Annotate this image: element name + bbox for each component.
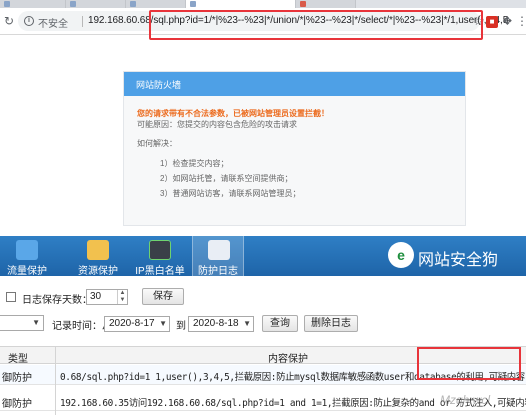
tab-favicon-icon [190,1,196,7]
extension-icon[interactable]: ■ [486,16,498,28]
server-icon [149,240,171,260]
save-button[interactable]: 保存 [142,288,184,305]
record-time-label: 记录时间：从 [52,321,112,332]
brand-name: 网站安全狗 [418,252,499,269]
watermark: Mzqh.wcl [440,393,491,407]
browser-tab[interactable] [0,0,66,8]
chevron-down-icon: ▼ [159,319,167,328]
firewall-block-page: 网站防火墙 您的请求带有不合法参数，已被网站管理员设置拦截！ 可能原因：您提交的… [123,71,466,226]
spinner-arrows-icon[interactable]: ▲ ▼ [117,290,127,304]
safedog-client-window: 流量保护 资源保护 IP黑白名单 防护日志 e 网站安全狗 日志保存天数： 30… [0,236,526,415]
browser-window: ↻ i 不安全 192.168.60.68/sql.php?id=1/*|%23… [0,0,526,236]
row-type: 御防护 [2,373,32,384]
column-header-type[interactable]: 类型 [8,350,28,365]
safedog-logo-icon: e [388,242,414,268]
column-divider [55,346,56,415]
log-icon [208,240,230,260]
toolbar-ip-list[interactable]: IP黑白名单 [130,236,190,277]
browser-tab[interactable] [66,0,126,8]
insecure-label[interactable]: 不安全 [38,15,68,30]
block-reason: 可能原因：您提交的内容包含危险的攻击请求 [137,120,297,129]
shield-flow-icon [16,240,38,260]
log-settings-row: 日志保存天数： 30 ▲ ▼ 保存 [0,287,526,307]
row-type: 御防护 [2,399,32,410]
info-icon[interactable]: i [24,16,34,26]
browser-tab[interactable] [296,0,356,8]
divider [82,16,83,27]
date-from-picker[interactable]: 2020-8-17 ▼ [104,316,170,332]
log-days-label: 日志保存天数： [22,295,92,306]
puzzle-icon[interactable]: ❖ [502,14,513,28]
resolve-step: 3）普通网站访客，请联系网站管理员； [160,189,301,198]
main-toolbar: 流量保护 资源保护 IP黑白名单 防护日志 e 网站安全狗 [0,236,526,277]
toolbar-flow-protection[interactable]: 流量保护 [2,236,52,277]
chevron-down-icon: ▼ [243,319,251,328]
column-header-content[interactable]: 内容保护 [268,350,308,365]
firewall-header: 网站防火墙 [124,72,465,96]
tab-favicon-icon [70,1,76,7]
menu-dots-icon[interactable]: ⋮ [516,14,526,28]
resolve-step: 1）检查提交内容； [160,159,229,168]
firewall-title: 网站防火墙 [136,80,182,90]
browser-tab[interactable] [126,0,186,8]
chevron-down-icon: ▼ [32,318,40,327]
resolve-step: 2）如网站托管，请联系空间提供商； [160,174,293,183]
block-warning: 您的请求带有不合法参数，已被网站管理员设置拦截！ [137,109,329,118]
suspicious-content-highlight-box [417,347,521,380]
reload-icon[interactable]: ↻ [4,15,16,27]
filter-dropdown[interactable]: ▼ [0,315,44,331]
toolbar-resource-protection[interactable]: 资源保护 [70,236,126,277]
tab-favicon-icon [4,1,10,7]
query-button[interactable]: 查询 [262,315,298,332]
tab-strip [0,0,526,8]
how-to-resolve: 如何解决： [137,139,177,148]
to-label: 到 [176,321,186,332]
browser-tab-active[interactable] [186,0,296,8]
delete-log-button[interactable]: 删除日志 [304,315,358,332]
log-retention-checkbox[interactable] [6,292,16,302]
toolbar-protection-log[interactable]: 防护日志 [192,236,244,277]
url-highlight-box [149,10,483,40]
log-days-input[interactable]: 30 ▲ ▼ [86,289,128,305]
tab-favicon-icon [130,1,136,7]
tab-favicon-icon [300,1,306,7]
date-to-picker[interactable]: 2020-8-18 ▼ [188,316,254,332]
folder-icon [87,240,109,260]
brand: e 网站安全狗 [388,242,524,270]
